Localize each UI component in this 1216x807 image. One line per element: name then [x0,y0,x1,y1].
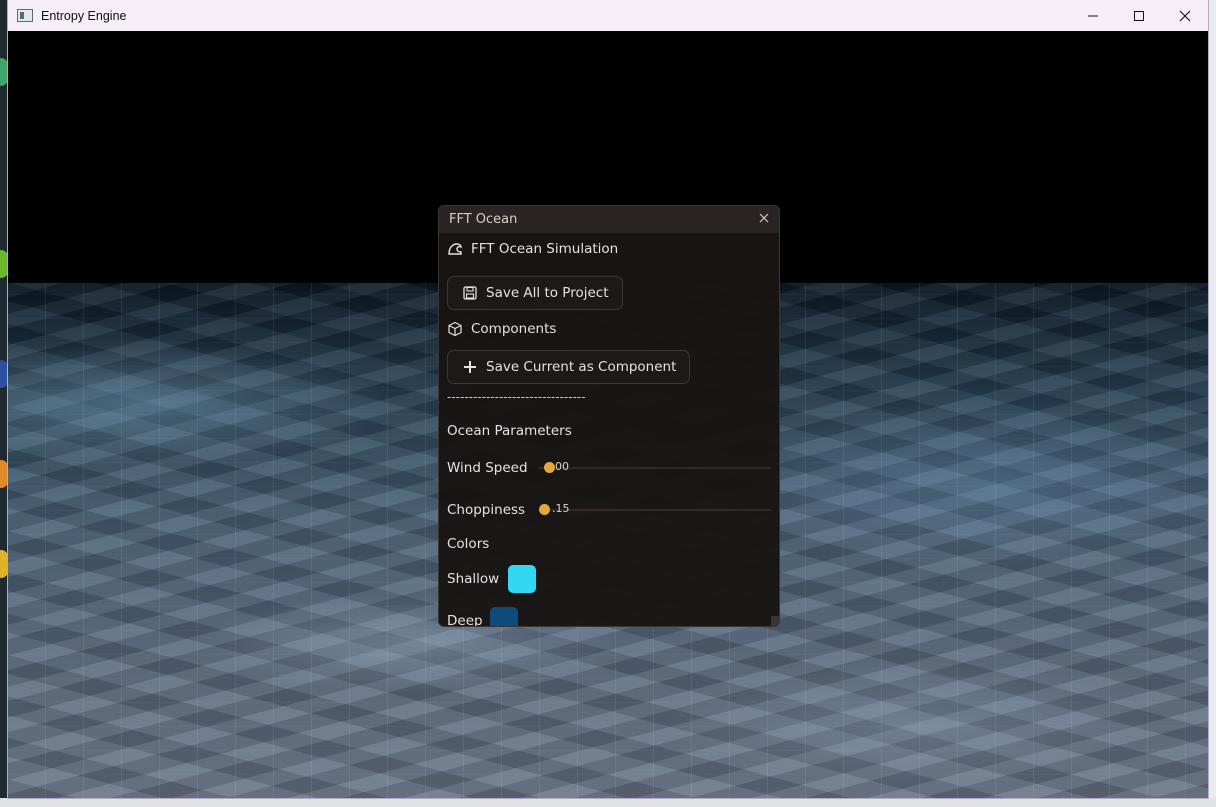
separator: -------------------------------- [447,390,586,404]
panel-title-bar[interactable]: FFT Ocean [439,206,779,233]
desktop-left-strip [0,0,8,807]
wind-speed-label: Wind Speed [447,460,528,476]
choppiness-slider-knob[interactable] [539,504,550,515]
plus-icon [464,361,476,373]
wind-speed-slider-knob[interactable] [543,462,555,473]
choppiness-value: .15 [552,502,570,515]
components-header: Components [447,321,556,337]
title-bar: Entropy Engine [8,0,1208,31]
desktop-icon [0,58,8,86]
section-header: FFT Ocean Simulation [447,241,618,257]
close-icon [1179,10,1191,21]
choppiness-slider[interactable] [539,509,771,511]
close-button[interactable] [1162,0,1208,31]
choppiness-label: Choppiness [447,502,526,518]
maximize-icon [1134,10,1144,21]
colors-label: Colors [447,536,490,552]
minimize-icon [1088,15,1098,16]
maximize-button[interactable] [1116,0,1162,31]
wind-speed-value: 00 [555,460,569,473]
ocean-params-header: Ocean Parameters [447,423,572,439]
panel-title: FFT Ocean [449,212,518,227]
wind-speed-slider[interactable] [539,467,771,469]
ocean-params-label: Ocean Parameters [447,423,572,439]
window-controls [1070,0,1208,31]
save-all-label: Save All to Project [486,285,609,301]
save-component-button[interactable]: Save Current as Component [447,350,691,384]
floppy-disk-icon [463,286,477,300]
app-icon [17,9,33,22]
choppiness-row: Choppiness .15 [447,500,771,520]
app-window: Entropy Engine FFT Ocean FFT Ocean Simul… [8,0,1208,798]
panel-close-button[interactable] [755,209,773,227]
desktop-icon [0,460,8,488]
desktop-icon [0,550,8,578]
save-all-button[interactable]: Save All to Project [447,276,623,310]
close-icon [759,213,769,223]
shallow-color-swatch[interactable] [508,565,536,593]
minimize-button[interactable] [1070,0,1116,31]
shallow-label: Shallow [447,571,500,587]
save-component-label: Save Current as Component [486,359,677,375]
section-title: FFT Ocean Simulation [471,241,619,257]
cube-icon [448,321,462,337]
render-viewport[interactable]: FFT Ocean FFT Ocean Simulation Save All … [8,31,1208,798]
shallow-color-row: Shallow [447,565,536,593]
deep-color-row: Deep [447,607,518,626]
fft-ocean-panel[interactable]: FFT Ocean FFT Ocean Simulation Save All … [438,205,780,627]
colors-header: Colors [447,536,489,552]
desktop-icon [0,250,8,278]
desktop-bottom-strip [0,798,1216,807]
panel-resize-grip[interactable] [771,616,779,626]
panel-body: FFT Ocean Simulation Save All to Project… [439,233,771,626]
wave-icon [448,243,462,255]
wind-speed-row: Wind Speed 00 [447,458,771,478]
desktop-right-strip [1208,0,1216,807]
components-label: Components [471,321,557,337]
deep-color-swatch[interactable] [490,607,518,626]
deep-label: Deep [447,613,483,626]
window-title: Entropy Engine [41,8,127,23]
desktop-icon [0,360,8,388]
